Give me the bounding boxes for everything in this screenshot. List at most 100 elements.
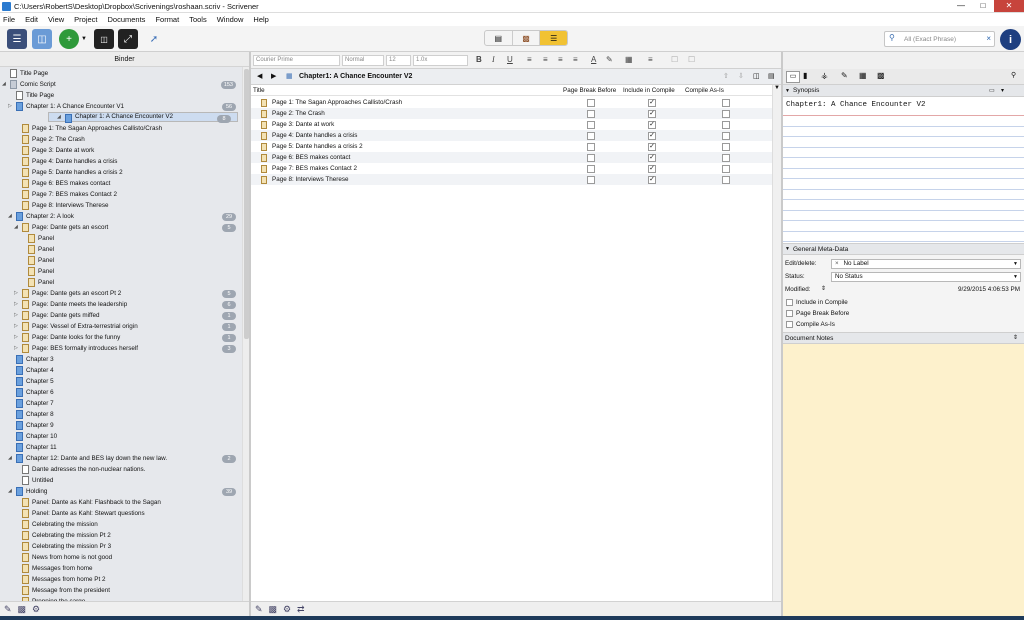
text-color-icon[interactable]: A	[591, 55, 596, 64]
expand-arrow-icon[interactable]: ▷	[14, 332, 18, 343]
binder-item[interactable]: Title Page	[0, 90, 242, 101]
binder-toggle-button[interactable]: ☰	[7, 29, 27, 49]
outline-row[interactable]: Page 6: BES makes contact ✓	[251, 152, 772, 163]
compile-as-is-checkbox[interactable]	[722, 175, 730, 184]
expand-arrow-icon[interactable]: ▷	[14, 310, 18, 321]
binder-item[interactable]: ◢ Chapter 12: Dante and BES lay down the …	[0, 453, 242, 464]
underline-button[interactable]: U	[507, 55, 513, 64]
binder-item[interactable]: ▷ Page: BES formally introduces herself 3	[0, 343, 242, 354]
search-input[interactable]: All (Exact Phrase)	[904, 36, 956, 43]
binder-scrollbar[interactable]	[242, 67, 249, 601]
align-left-icon[interactable]: ≡	[527, 55, 532, 64]
compile-as-is-checkbox[interactable]	[722, 153, 730, 162]
binder-item[interactable]: Panel	[0, 277, 242, 288]
composition-mode-button[interactable]: ⤢	[118, 29, 138, 49]
outline-row-title[interactable]: Page 7: BES makes Contact 2	[272, 163, 357, 174]
binder-item[interactable]: Chapter 3	[0, 354, 242, 365]
align-justify-icon[interactable]: ≡	[573, 55, 578, 64]
compile-as-is-checkbox[interactable]	[722, 109, 730, 118]
search-icon[interactable]: ⚲	[889, 33, 895, 42]
column-compile-as-is[interactable]: Compile As-Is	[685, 85, 724, 96]
corkboard-view-button[interactable]: ▩	[513, 31, 541, 45]
add-text-icon[interactable]: ✎	[255, 604, 263, 615]
page-break-checkbox[interactable]	[587, 109, 595, 118]
synopsis-area[interactable]: Chapter1: A Chance Encounter V2	[783, 97, 1024, 243]
outline-row-title[interactable]: Page 4: Dante handles a crisis	[272, 130, 357, 141]
outline-row-title[interactable]: Page 8: Interviews Therese	[272, 174, 349, 185]
binder-item[interactable]: ◢ Comic Script 153	[0, 79, 242, 90]
menu-tools[interactable]: Tools	[189, 15, 207, 24]
font-style-select[interactable]: Normal	[342, 55, 384, 66]
binder-item[interactable]: Title Page	[0, 68, 242, 79]
notes-label[interactable]: Document Notes	[785, 333, 833, 344]
page-break-checkbox[interactable]	[587, 142, 595, 151]
synopsis-image-icon[interactable]: ▭	[989, 85, 995, 97]
menu-file[interactable]: File	[3, 15, 15, 24]
project-search[interactable]: ⚲ All (Exact Phrase) ×	[884, 31, 995, 47]
include-in-compile-checkbox[interactable]: ✓	[648, 142, 656, 151]
back-arrow-icon[interactable]: ◀	[257, 72, 262, 80]
binder-item[interactable]: ▷ Page: Dante gets an escort Pt 2 5	[0, 288, 242, 299]
outline-row-title[interactable]: Page 1: The Sagan Approaches Callisto/Cr…	[272, 97, 402, 108]
column-title[interactable]: Title	[253, 85, 265, 96]
outline-row-title[interactable]: Page 2: The Crash	[272, 108, 325, 119]
outline-row[interactable]: Page 8: Interviews Therese ✓	[251, 174, 772, 185]
forward-arrow-icon[interactable]: ▶	[271, 72, 276, 80]
page-break-checkbox[interactable]	[587, 131, 595, 140]
down-arrow-icon[interactable]: ⇩	[738, 72, 744, 80]
gear-icon[interactable]: ⚙	[283, 604, 291, 615]
lock-icon[interactable]: ⚲	[1011, 71, 1016, 79]
outliner-scrollbar[interactable]: ▼	[772, 85, 781, 601]
list-icon[interactable]: ≡	[648, 55, 653, 64]
binder-item[interactable]: Chapter 10	[0, 431, 242, 442]
compile-as-is-checkbox[interactable]	[722, 164, 730, 173]
outline-row[interactable]: Page 2: The Crash ✓	[251, 108, 772, 119]
binder-item[interactable]: Panel: Dante as Kahl: Stewart questions	[0, 508, 242, 519]
page-break-checkbox[interactable]	[587, 153, 595, 162]
binder-item[interactable]: ◢ Chapter 2: A look 29	[0, 211, 242, 222]
binder-item[interactable]: ◢ Holding 39	[0, 486, 242, 497]
binder-item[interactable]: ▷ Chapter 1: A Chance Encounter V1 56	[0, 101, 242, 112]
binder-item[interactable]: Page 7: BES makes Contact 2	[0, 189, 242, 200]
binder-item[interactable]: Page 1: The Sagan Approaches Callisto/Cr…	[0, 123, 242, 134]
include-in-compile-checkbox[interactable]: ✓	[648, 175, 656, 184]
compile-as-is-checkbox[interactable]	[722, 120, 730, 129]
menu-format[interactable]: Format	[155, 15, 179, 24]
binder-item[interactable]: Panel	[0, 233, 242, 244]
binder-item[interactable]: Page 6: BES makes contact	[0, 178, 242, 189]
key-icon[interactable]: ⚶	[821, 71, 828, 80]
scrivenings-view-button[interactable]: ▤	[485, 31, 513, 45]
label-select[interactable]: × No Label ▼	[831, 259, 1021, 269]
page-break-before-checkbox[interactable]	[786, 310, 793, 317]
compile-as-is-checkbox[interactable]	[722, 142, 730, 151]
binder-item[interactable]: Chapter 6	[0, 387, 242, 398]
menu-view[interactable]: View	[48, 15, 64, 24]
notes-stepper-icon[interactable]: ⇕	[1013, 333, 1018, 344]
binder-item[interactable]: News from home is not good	[0, 552, 242, 563]
binder-item[interactable]: Chapter 9	[0, 420, 242, 431]
menu-window[interactable]: Window	[217, 15, 244, 24]
collapse-arrow-icon[interactable]: ▼	[785, 244, 790, 255]
italic-button[interactable]: I	[492, 55, 495, 64]
collapse-arrow-icon[interactable]: ▼	[785, 85, 790, 97]
up-arrow-icon[interactable]: ⇧	[723, 72, 729, 80]
binder-item[interactable]: Chapter 4	[0, 365, 242, 376]
outline-row[interactable]: Page 7: BES makes Contact 2 ✓	[251, 163, 772, 174]
split-vertical-icon[interactable]: ◫	[753, 72, 760, 80]
align-right-icon[interactable]: ≡	[558, 55, 563, 64]
page-break-checkbox[interactable]	[587, 120, 595, 129]
comments-icon[interactable]: ▩	[877, 71, 885, 80]
binder-item[interactable]: Celebrating the mission	[0, 519, 242, 530]
align-center-icon[interactable]: ≡	[543, 55, 548, 64]
inspector-toggle-button[interactable]: i	[1000, 29, 1021, 50]
split-horizontal-icon[interactable]: ▤	[768, 72, 775, 80]
binder-item[interactable]: Chapter 7	[0, 398, 242, 409]
footnote-icon[interactable]: ☐	[688, 55, 695, 64]
line-spacing-select[interactable]: 1.0x	[413, 55, 468, 66]
binder-item[interactable]: Page 5: Dante handles a crisis 2	[0, 167, 242, 178]
attachment-icon[interactable]: ✎	[841, 71, 848, 80]
add-menu-chevron-icon[interactable]: ▼	[79, 29, 89, 49]
binder-item[interactable]: Chapter 11	[0, 442, 242, 453]
references-icon[interactable]: ▦	[859, 71, 867, 80]
binder-item[interactable]: Panel	[0, 244, 242, 255]
